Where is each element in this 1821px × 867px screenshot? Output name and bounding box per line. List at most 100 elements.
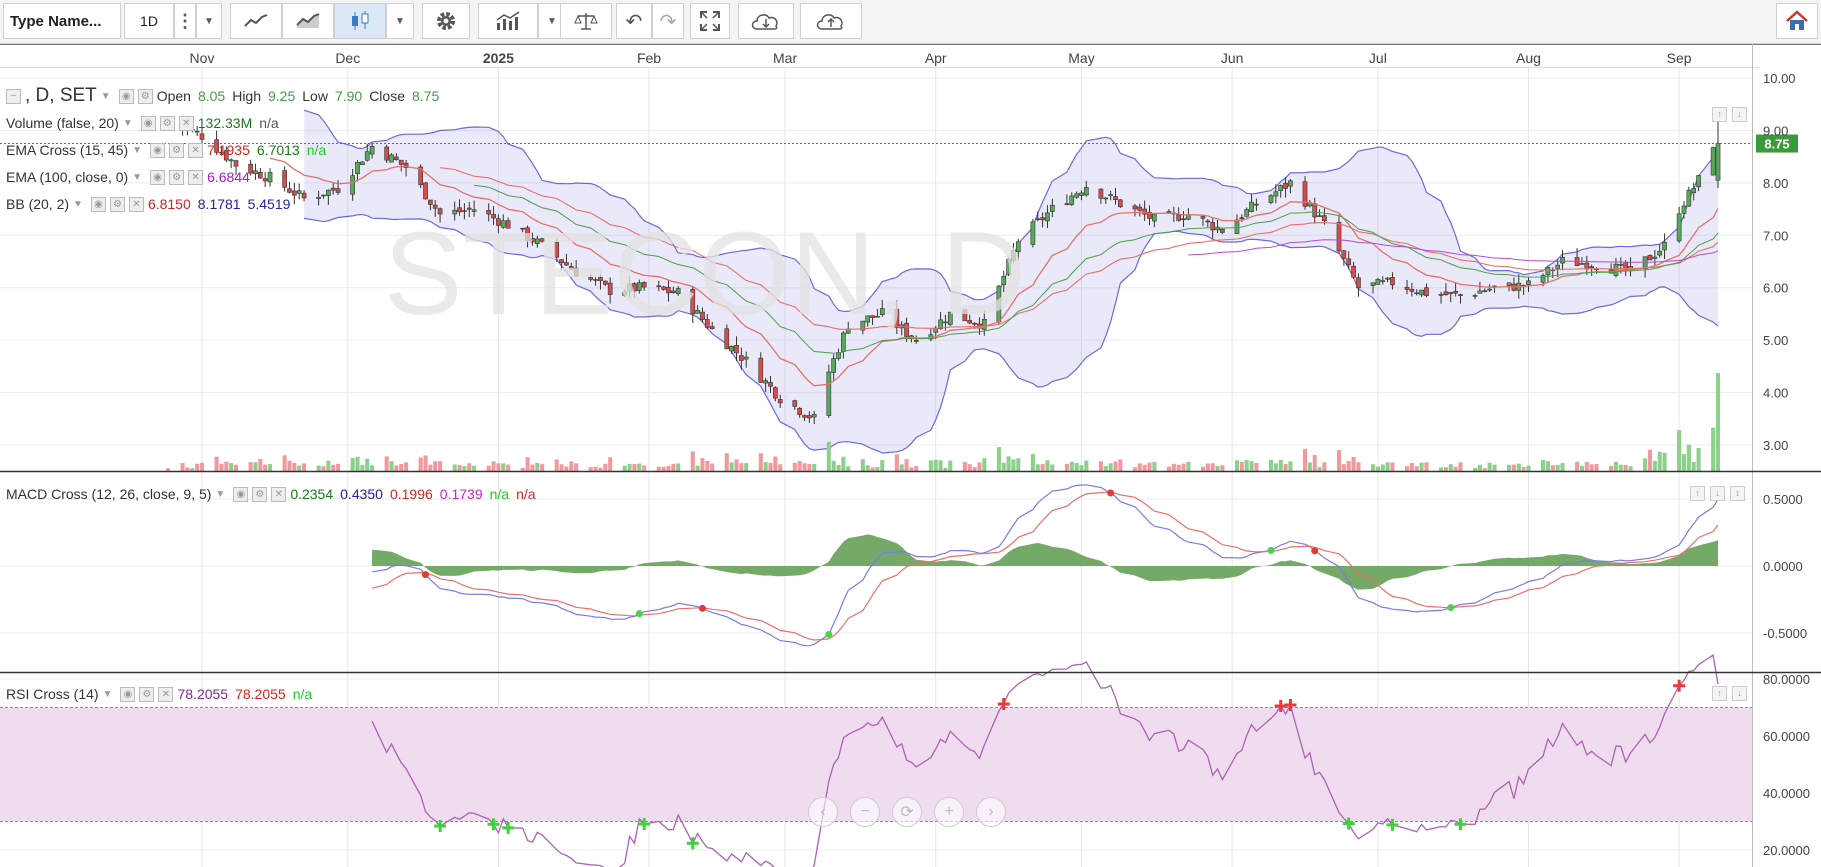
candle-body [1249,201,1254,212]
pane-down-icon[interactable]: ↓ [1732,107,1747,122]
close-icon[interactable]: ✕ [188,142,204,158]
volume-bar [1482,468,1487,471]
candle-body [228,159,234,162]
x-tick-label: Sep [1667,50,1692,66]
line-chart-button[interactable] [230,3,282,39]
volume-bar [331,464,336,471]
fullscreen-button[interactable] [690,3,730,39]
indicator-legend: Volume (false, 20) ▼ ◉ ⚙ ✕ 132.33M n/a [6,113,286,133]
more-button[interactable]: ⋮ [174,3,196,39]
macd-tick-label: 0.0000 [1763,559,1803,574]
zoom-out-button[interactable]: − [850,797,880,827]
interval-dropdown-button[interactable]: ▼ [196,3,222,39]
candle-body [739,355,744,361]
cloud-download-button[interactable] [738,3,794,39]
settings-button[interactable] [422,3,470,39]
volume-bar [394,465,399,471]
candle-body [1220,228,1225,233]
open-label: Open [156,88,191,104]
x-tick-label: 2025 [483,50,514,66]
eye-icon[interactable]: ◉ [140,115,156,131]
pane-up-icon[interactable]: ↑ [1690,486,1705,501]
gear-icon[interactable]: ⚙ [169,142,185,158]
eye-icon[interactable]: ◉ [233,486,249,502]
indicators-button[interactable] [478,3,538,39]
pane-up-icon[interactable]: ↑ [1712,107,1727,122]
chevron-down-icon[interactable]: ▼ [132,172,142,183]
chart-area[interactable]: 8.75 STECON, D Nov Dec 2025 Feb Mar Apr May Jun… [0,44,1821,867]
chevron-down-icon[interactable]: ▼ [215,489,225,500]
volume-bar [535,463,540,471]
candle-body [257,171,263,179]
reset-zoom-button[interactable]: ⟳ [892,797,922,827]
gear-icon[interactable]: ⚙ [159,115,175,131]
volume-bar [282,455,287,471]
close-icon[interactable]: ✕ [271,486,287,502]
candle-body [398,159,404,165]
candle [389,153,394,163]
volume-bar [982,458,987,471]
volume-bar [1341,464,1346,471]
gear-icon[interactable]: ⚙ [139,686,155,702]
volume-bar [370,465,375,471]
volume-bar [1283,464,1288,471]
candle-body [807,415,812,419]
eye-icon[interactable]: ◉ [90,196,106,212]
undo-button[interactable]: ↶ [616,3,652,39]
cloud-upload-button[interactable] [800,3,862,39]
indicator-legend: EMA (100, close, 0) ▼ ◉ ⚙ ✕ 6.6844 [6,167,257,187]
candle [360,161,365,166]
volume-bar [928,460,933,471]
volume-bar [1628,466,1633,471]
indicator-value: 8.1781 [197,196,241,212]
volume-bar [807,464,812,471]
area-chart-button[interactable] [282,3,334,39]
volume-bar [1200,466,1205,471]
volume-bar [797,460,802,471]
chart-type-dropdown-button[interactable]: ▼ [386,3,414,39]
chevron-down-icon[interactable]: ▼ [123,118,133,129]
eye-icon[interactable]: ◉ [150,169,166,185]
pane-close-icon[interactable]: ↕ [1730,486,1745,501]
close-icon[interactable]: ✕ [158,686,174,702]
interval-button[interactable]: 1D [124,3,174,39]
pane-down-icon[interactable]: ↓ [1732,686,1747,701]
home-button[interactable] [1776,3,1818,39]
volume-bar [316,465,321,471]
chevron-down-icon[interactable]: ▼ [132,145,142,156]
close-icon[interactable]: ✕ [188,169,204,185]
pane-up-icon[interactable]: ↑ [1712,686,1727,701]
close-icon[interactable]: ✕ [128,196,144,212]
redo-button[interactable]: ↷ [652,3,684,39]
candle-body [282,170,287,188]
refresh-icon: ⟳ [900,804,914,821]
pane-down-icon[interactable]: ↓ [1710,486,1725,501]
macd-legend: MACD Cross (12, 26, close, 9, 5) ▼ ◉ ⚙ ✕… [6,484,543,504]
volume-bar [404,462,409,471]
scroll-left-button[interactable]: ‹ [808,797,838,827]
volume-bar [214,456,219,471]
gear-icon[interactable]: ⚙ [137,88,153,104]
gear-icon[interactable]: ⚙ [252,486,268,502]
eye-icon[interactable]: ◉ [118,88,134,104]
zoom-in-button[interactable]: + [934,797,964,827]
candle-body [1375,278,1381,285]
scroll-right-button[interactable]: › [976,797,1006,827]
collapse-icon[interactable]: − [6,88,21,104]
chevron-down-icon[interactable]: ▼ [73,199,83,210]
chevron-down-icon[interactable]: ▼ [103,689,113,700]
gear-icon[interactable]: ⚙ [169,169,185,185]
volume-bar [1643,458,1648,471]
chevron-down-icon: ▼ [204,15,214,27]
eye-icon[interactable]: ◉ [120,686,136,702]
compare-button[interactable] [560,3,612,39]
chevron-down-icon[interactable]: ▼ [101,91,111,102]
volume-bar [520,467,525,471]
close-icon[interactable]: ✕ [178,115,194,131]
volume-bar [336,463,341,471]
eye-icon[interactable]: ◉ [150,142,166,158]
candlestick-chart-button[interactable] [334,3,386,39]
gear-icon[interactable]: ⚙ [109,196,125,212]
symbol-search-input[interactable] [3,3,121,39]
y-tick-label: 4.00 [1763,386,1788,401]
